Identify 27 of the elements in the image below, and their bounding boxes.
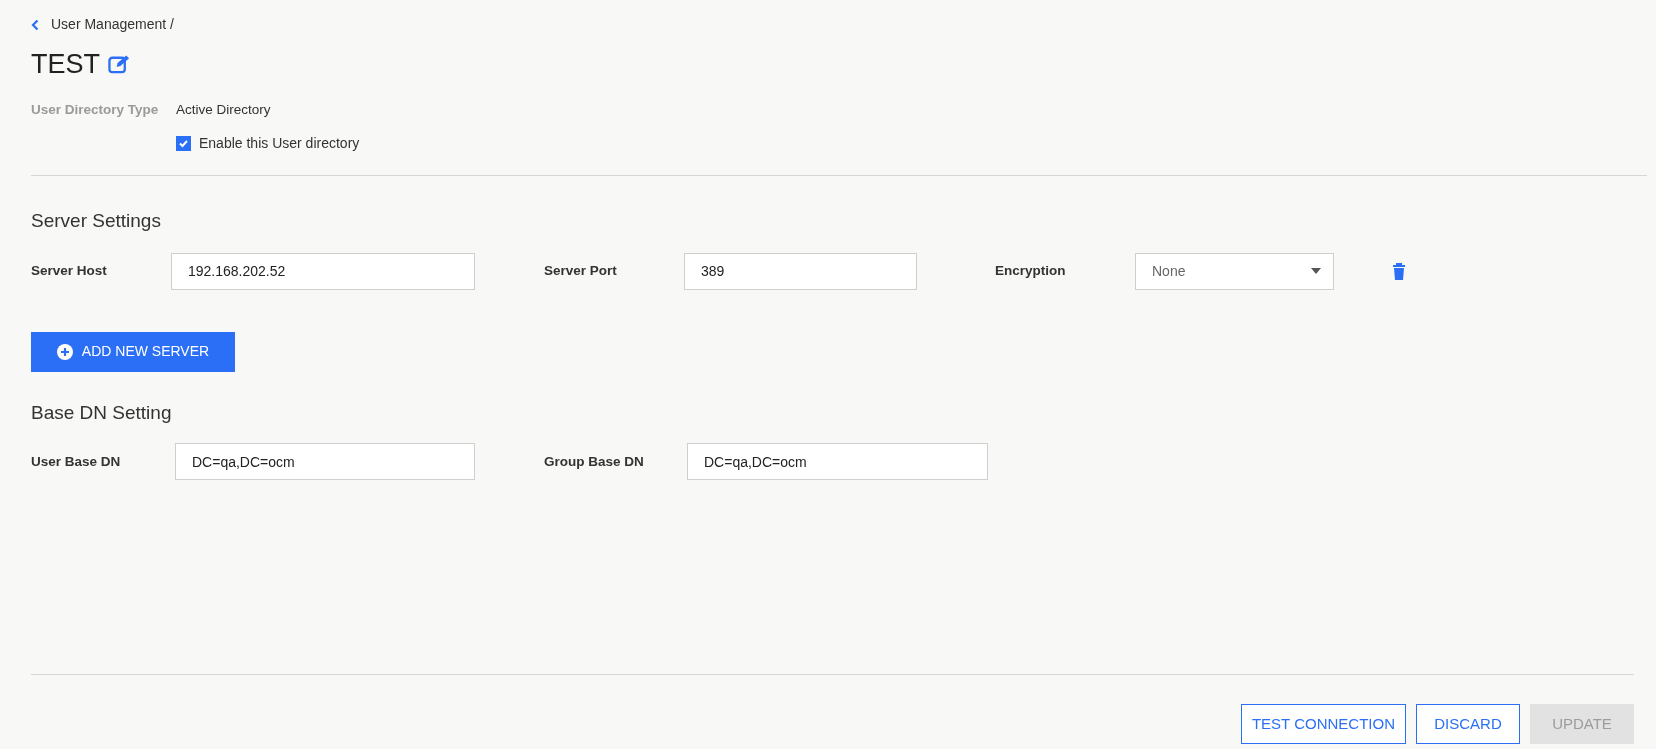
field-label: User Base DN [31, 452, 122, 471]
directory-type-value: Active Directory [176, 101, 272, 119]
section-heading: Server Settings [31, 209, 162, 234]
group-base-dn-field[interactable]: DC=qa,DC=ocm [687, 443, 988, 481]
field-label: Server Host [31, 262, 108, 281]
page-title: TEST [31, 47, 100, 81]
field-label: Server Port [544, 262, 618, 281]
trash-icon[interactable] [1392, 262, 1406, 280]
enable-checkbox[interactable] [176, 136, 191, 152]
action-button[interactable]: DISCARD [1416, 704, 1520, 744]
section-heading: Base DN Setting [31, 400, 173, 425]
server-host-field[interactable]: 192.168.202.52 [171, 252, 475, 290]
plus-circle-icon [56, 343, 73, 360]
edit-icon[interactable] [108, 54, 131, 74]
field-label: Group Base DN [544, 452, 645, 471]
encryption-select[interactable]: None [1135, 252, 1334, 290]
server-port-field[interactable]: 389 [684, 252, 917, 290]
back-chevron-icon[interactable] [31, 18, 39, 31]
caret-icon [1311, 268, 1321, 275]
action-button[interactable]: TEST CONNECTION [1240, 704, 1406, 744]
user-base-dn-field[interactable]: DC=qa,DC=ocm [175, 443, 475, 481]
add-new-server-button[interactable]: ADD NEW SERVER [31, 331, 235, 372]
checkbox-label: Enable this User directory [199, 134, 360, 154]
breadcrumb-link[interactable]: User Management / [51, 14, 174, 35]
check-icon [178, 138, 189, 150]
field-label: Encryption [995, 262, 1067, 281]
field-label: User Directory Type [31, 101, 160, 119]
